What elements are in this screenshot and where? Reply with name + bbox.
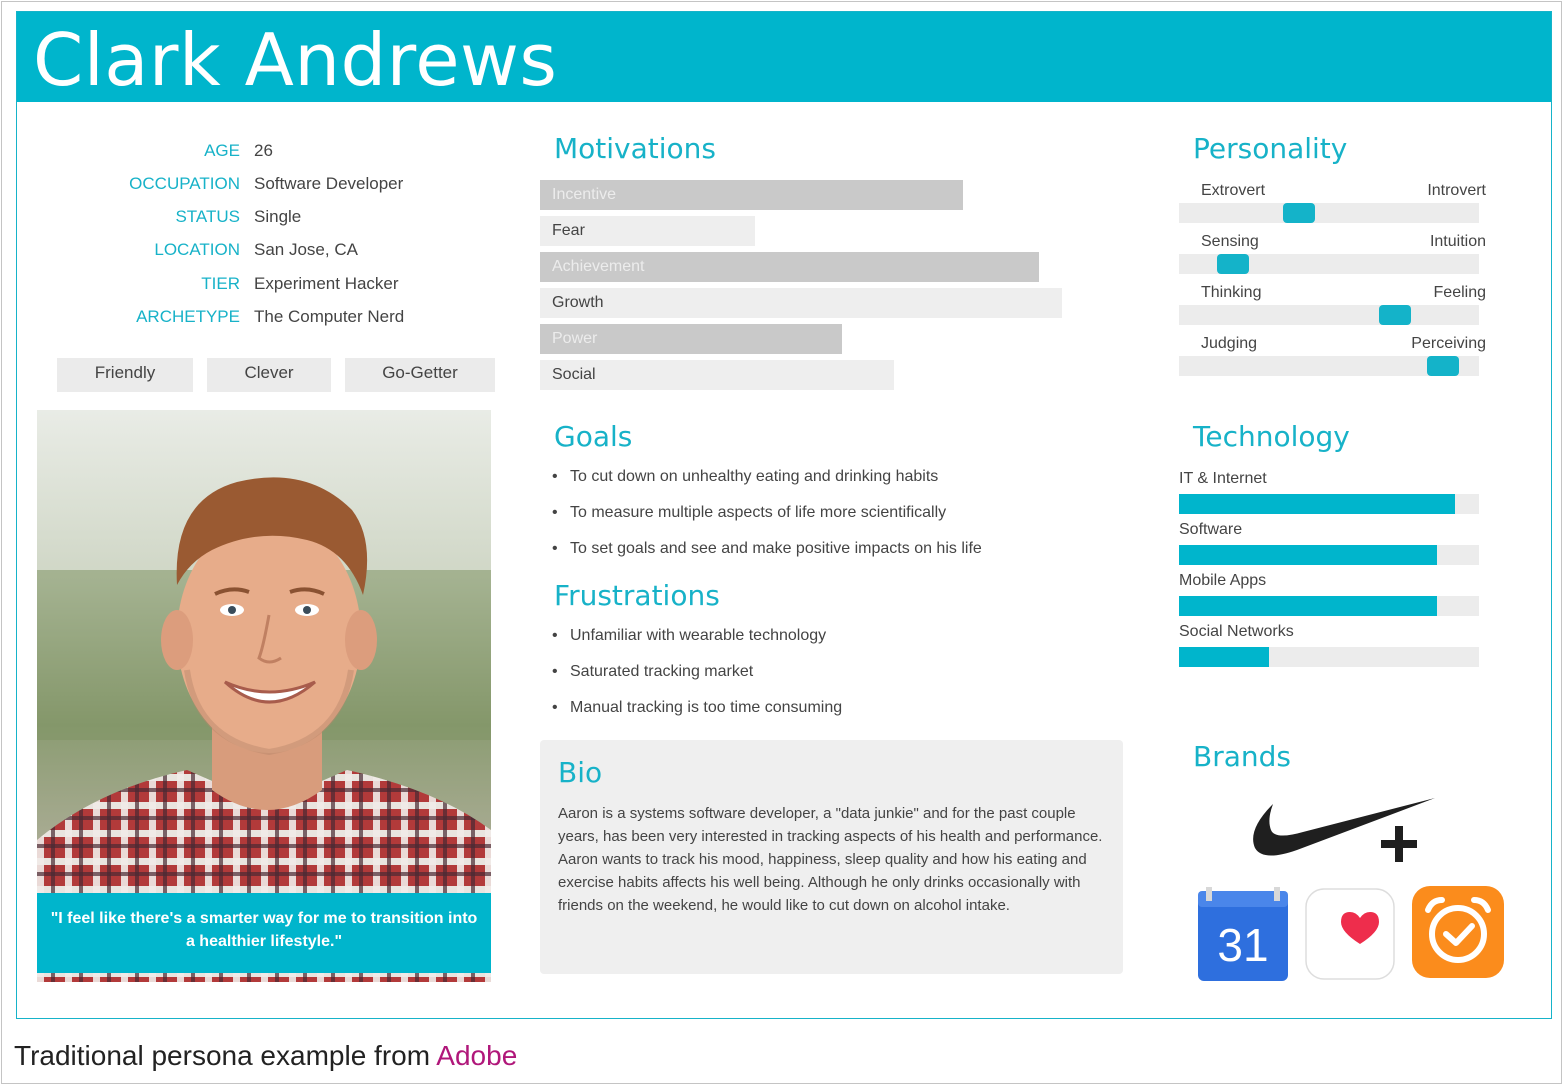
personality-slider-knob <box>1283 203 1315 223</box>
motivation-bar-achievement: Achievement <box>540 252 1039 282</box>
trait-tag-go-getter: Go-Getter <box>345 358 495 392</box>
list-item: Unfamiliar with wearable technology <box>552 627 1112 663</box>
motivation-bar-fear: Fear <box>540 216 755 246</box>
personality-slider-knob <box>1427 356 1459 376</box>
technology-label: IT & Internet <box>1179 470 1267 487</box>
nike-plus-icon <box>1245 792 1445 873</box>
goals-title: Goals <box>554 420 633 453</box>
list-item: Saturated tracking market <box>552 663 1112 699</box>
profile-status: STATUS Single <box>40 207 500 233</box>
profile-label: STATUS <box>175 207 240 226</box>
personality-left-label: Judging <box>1201 335 1258 352</box>
technology-bar-fill <box>1179 596 1437 616</box>
personality-title: Personality <box>1193 132 1348 165</box>
personality-slider-track <box>1179 203 1479 223</box>
profile-label: OCCUPATION <box>129 174 240 193</box>
health-heart-icon <box>1305 888 1395 985</box>
profile-value: San Jose, CA <box>254 240 358 259</box>
motivation-bar-growth: Growth <box>540 288 1062 318</box>
personality-slider-knob <box>1379 305 1411 325</box>
motivation-bar-incentive: Incentive <box>540 180 963 210</box>
profile-value: Software Developer <box>254 174 404 193</box>
technology-bar-track <box>1179 596 1479 616</box>
list-item: To measure multiple aspects of life more… <box>552 504 1112 540</box>
personality-right-label: Perceiving <box>1411 335 1486 352</box>
profile-occupation: OCCUPATION Software Developer <box>40 174 500 200</box>
persona-quote: "I feel like there's a smarter way for m… <box>37 893 491 973</box>
goals-list: To cut down on unhealthy eating and drin… <box>552 468 1112 576</box>
trait-tag-clever: Clever <box>207 358 331 392</box>
persona-name: Clark Andrews <box>33 18 558 102</box>
list-item: To set goals and see and make positive i… <box>552 540 1112 576</box>
bio-text: Aaron is a systems software developer, a… <box>558 805 1103 914</box>
profile-value: Experiment Hacker <box>254 274 399 293</box>
frustrations-list: Unfamiliar with wearable technology Satu… <box>552 627 1112 735</box>
caption-text: Traditional persona example from <box>14 1040 437 1071</box>
calendar-icon: 31 <box>1198 887 1288 986</box>
profile-label: TIER <box>201 274 240 293</box>
profile-archetype: ARCHETYPE The Computer Nerd <box>40 307 500 333</box>
technology-label: Software <box>1179 521 1243 538</box>
profile-value: Single <box>254 207 302 226</box>
bio-panel: Bio Aaron is a systems software develope… <box>540 740 1123 974</box>
technology-bar-track <box>1179 647 1479 667</box>
personality-left-label: Extrovert <box>1201 182 1266 199</box>
personality-slider-track <box>1179 305 1479 325</box>
adobe-link[interactable]: Adobe <box>436 1040 517 1071</box>
personality-right-label: Introvert <box>1427 182 1486 199</box>
calendar-day: 31 <box>1217 919 1268 971</box>
personality-left-label: Sensing <box>1201 233 1259 250</box>
technology-bar-fill <box>1179 545 1437 565</box>
brands-title: Brands <box>1193 740 1291 773</box>
technology-bar-track <box>1179 494 1479 514</box>
list-item: To cut down on unhealthy eating and drin… <box>552 468 1112 504</box>
motivation-bar-power: Power <box>540 324 842 354</box>
technology-label: Social Networks <box>1179 623 1294 640</box>
alarm-clock-icon <box>1412 886 1504 983</box>
profile-value: The Computer Nerd <box>254 307 405 326</box>
personality-slider-track <box>1179 356 1479 376</box>
profile-tier: TIER Experiment Hacker <box>40 274 500 300</box>
profile-label: AGE <box>204 141 240 160</box>
list-item: Manual tracking is too time consuming <box>552 699 1112 735</box>
personality-left-label: Thinking <box>1201 284 1262 301</box>
motivation-bar-social: Social <box>540 360 894 390</box>
personality-right-label: Feeling <box>1433 284 1486 301</box>
technology-bar-fill <box>1179 647 1269 667</box>
figure-caption: Traditional persona example from Adobe <box>14 1040 517 1072</box>
profile-age: AGE 26 <box>40 141 500 167</box>
profile-value: 26 <box>254 141 273 160</box>
technology-bar-fill <box>1179 494 1455 514</box>
technology-bar-track <box>1179 545 1479 565</box>
technology-title: Technology <box>1193 420 1350 453</box>
personality-slider-track <box>1179 254 1479 274</box>
frustrations-title: Frustrations <box>554 579 720 612</box>
technology-label: Mobile Apps <box>1179 572 1267 589</box>
personality-right-label: Intuition <box>1429 233 1486 250</box>
profile-location: LOCATION San Jose, CA <box>40 240 500 266</box>
motivations-title: Motivations <box>554 132 716 165</box>
profile-label: LOCATION <box>154 240 240 259</box>
trait-tag-friendly: Friendly <box>57 358 193 392</box>
persona-header: Clark Andrews <box>17 12 1551 102</box>
profile-label: ARCHETYPE <box>136 307 240 326</box>
bio-title: Bio <box>558 756 603 789</box>
personality-slider-knob <box>1217 254 1249 274</box>
